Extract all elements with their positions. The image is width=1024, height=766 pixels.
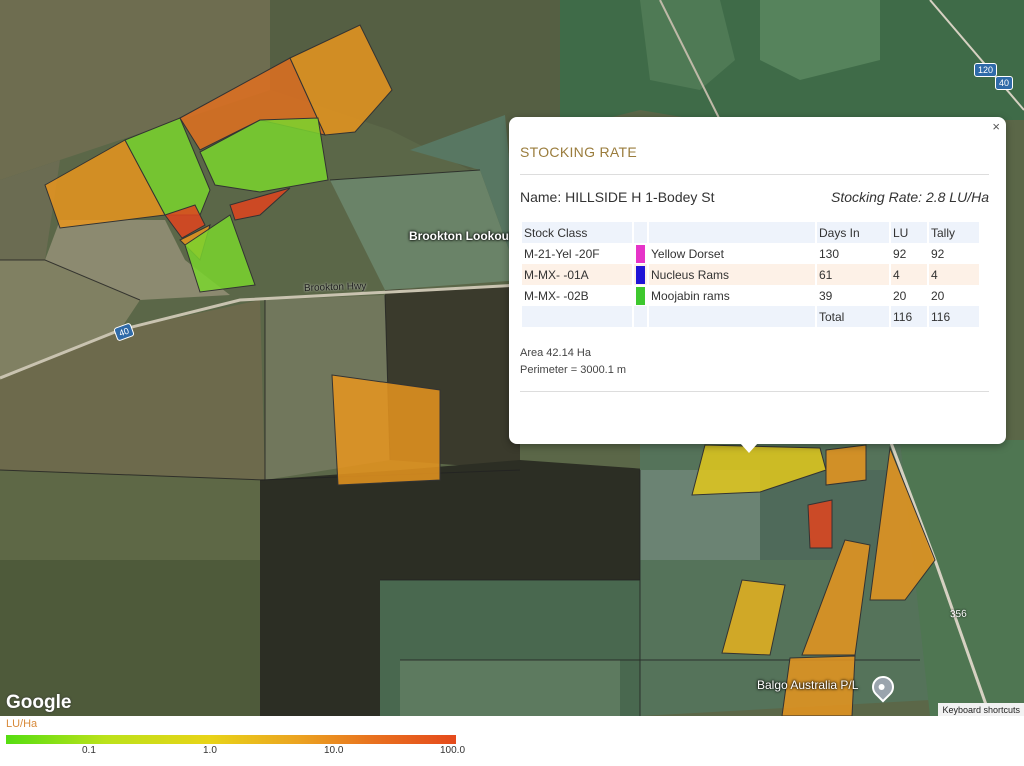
divider [520,174,989,175]
header-color [634,222,647,243]
stocking-rate-value: Stocking Rate: 2.8 LU/Ha [831,189,989,205]
header-stock-class: Stock Class [522,222,632,243]
header-days-in: Days In [817,222,889,243]
google-logo: Google [6,692,72,713]
stock-color-swatch [636,286,645,305]
legend-tick-0: 0.1 [82,745,96,756]
stock-color-swatch [636,244,645,263]
breed: Nucleus Rams [649,264,815,285]
keyboard-shortcuts-link[interactable]: Keyboard shortcuts [938,703,1024,716]
legend-title: LU/Ha [6,718,38,730]
legend-color-bar [6,735,456,744]
divider [520,391,989,392]
total-lu: 116 [891,306,927,327]
header-tally: Tally [929,222,979,243]
tally: 4 [929,264,979,285]
total-blank [649,306,815,327]
days-in: 39 [817,285,889,306]
place-pin-dot [877,682,886,692]
tally: 92 [929,243,979,264]
lu: 4 [891,264,927,285]
paddock-orange-center [331,374,441,486]
popup-title: STOCKING RATE [520,144,637,160]
brookton-hwy-label: Brookton Hwy [303,280,367,295]
total-tally: 116 [929,306,979,327]
paddock-name: Name: HILLSIDE H 1-Bodey St [520,189,715,205]
route-shield-40: 40 [995,76,1014,90]
total-label: Total [817,306,889,327]
stock-table: Stock Class Days In LU Tally M-21-Yel -2… [520,222,981,327]
legend-tick-1: 1.0 [203,745,217,756]
stock-color-swatch [636,265,645,284]
stock-class: M-21-Yel -20F [522,243,632,264]
stock-class: M-MX- -02B [522,285,632,306]
table-row: M-MX- -01A Nucleus Rams 61 4 4 [522,264,979,285]
breed: Moojabin rams [649,285,815,306]
legend-tick-2: 10.0 [324,745,344,756]
table-row: M-21-Yel -20F Yellow Dorset 130 92 92 [522,243,979,264]
route-shield-120: 120 [974,63,998,77]
paddock-orange-ne-small [825,444,867,486]
total-blank [522,306,632,327]
table-row: M-MX- -02B Moojabin rams 39 20 20 [522,285,979,306]
breed: Yellow Dorset [649,243,815,264]
table-header-row: Stock Class Days In LU Tally [522,222,979,243]
table-total-row: Total 116 116 [522,306,979,327]
total-blank [634,306,647,327]
popup-pointer [740,443,758,453]
legend: LU/Ha 0.1 1.0 10.0 100.0 [0,716,1024,766]
header-breed [649,222,815,243]
days-in: 61 [817,264,889,285]
brookton-lookout-label: Brookton Lookout [409,229,513,243]
stock-class: M-MX- -01A [522,264,632,285]
color-cell [634,243,647,264]
area-value: Area 42.14 Ha [520,347,591,359]
stocking-rate-popup: × STOCKING RATE Name: HILLSIDE H 1-Bodey… [509,117,1006,444]
lu: 20 [891,285,927,306]
road-number-356: 356 [949,608,967,621]
close-icon[interactable]: × [992,119,1000,134]
place-label: Balgo Australia P/L [757,678,859,692]
header-lu: LU [891,222,927,243]
lu: 92 [891,243,927,264]
legend-tick-3: 100.0 [440,745,466,756]
tally: 20 [929,285,979,306]
color-cell [634,285,647,306]
days-in: 130 [817,243,889,264]
perimeter-value: Perimeter = 3000.1 m [520,364,627,376]
color-cell [634,264,647,285]
paddock-red-e [807,499,833,549]
